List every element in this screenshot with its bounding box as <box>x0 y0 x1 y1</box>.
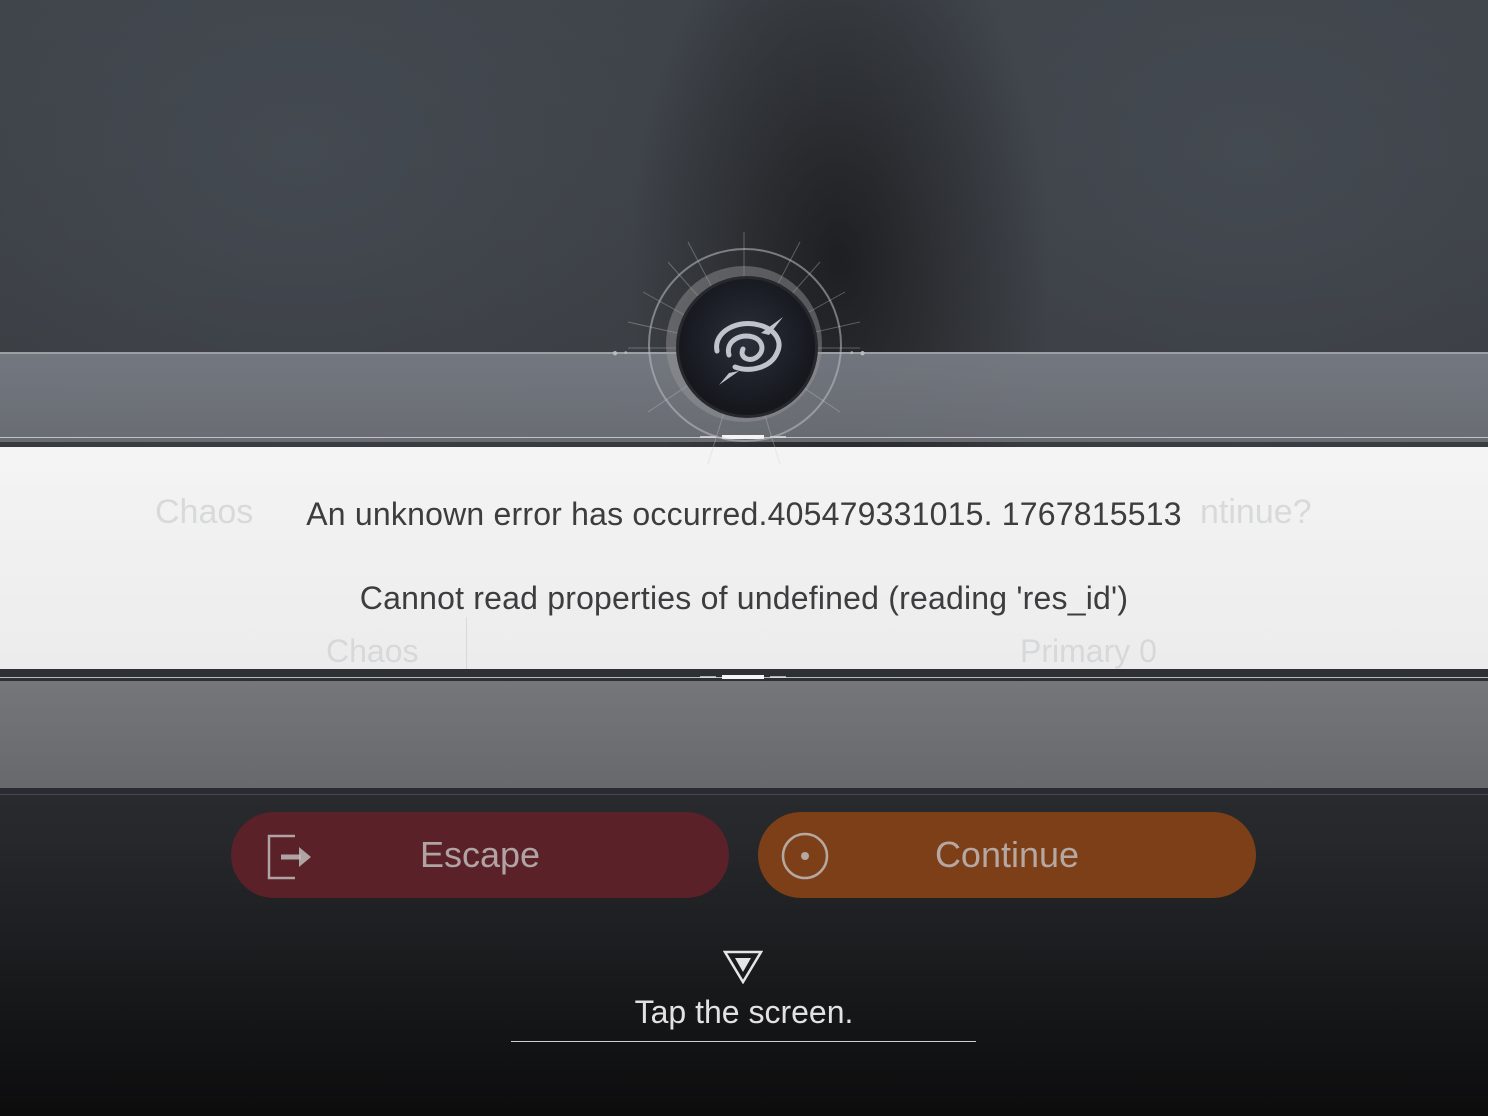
background-row-right: Primary 0 <box>1020 633 1157 669</box>
background-row-separator <box>466 617 467 669</box>
emblem-dots-right: •● <box>850 348 872 359</box>
background-row-left: Chaos <box>326 633 419 669</box>
error-message-panel: Chaos ntinue? Chaos Primary 0 <box>0 447 1488 669</box>
tap-screen-prompt[interactable]: Tap the screen. <box>512 994 976 1031</box>
tick-mark-bottom-left <box>700 676 716 678</box>
error-message-title: An unknown error has occurred.4054793310… <box>306 496 1182 532</box>
continue-button[interactable]: Continue <box>758 812 1256 898</box>
target-circle-icon <box>780 831 830 890</box>
tick-mark-bottom-right <box>770 676 786 678</box>
tap-prompt-underline <box>511 1041 976 1042</box>
emblem: ●• •● <box>612 232 866 464</box>
swirl-logo-icon <box>676 276 818 418</box>
dialog-bottom-band <box>0 681 1488 788</box>
continue-button-label: Continue <box>934 834 1080 875</box>
emblem-dots-left: ●• <box>612 348 634 359</box>
escape-button[interactable]: Escape <box>231 812 729 898</box>
escape-button-label: Escape <box>419 834 541 875</box>
dialog-bottom-edge <box>0 788 1488 795</box>
tick-mark-bottom <box>722 675 764 679</box>
error-message-detail: Cannot read properties of undefined (rea… <box>359 580 1129 616</box>
down-triangle-icon <box>722 950 764 989</box>
exit-door-icon <box>263 832 313 891</box>
